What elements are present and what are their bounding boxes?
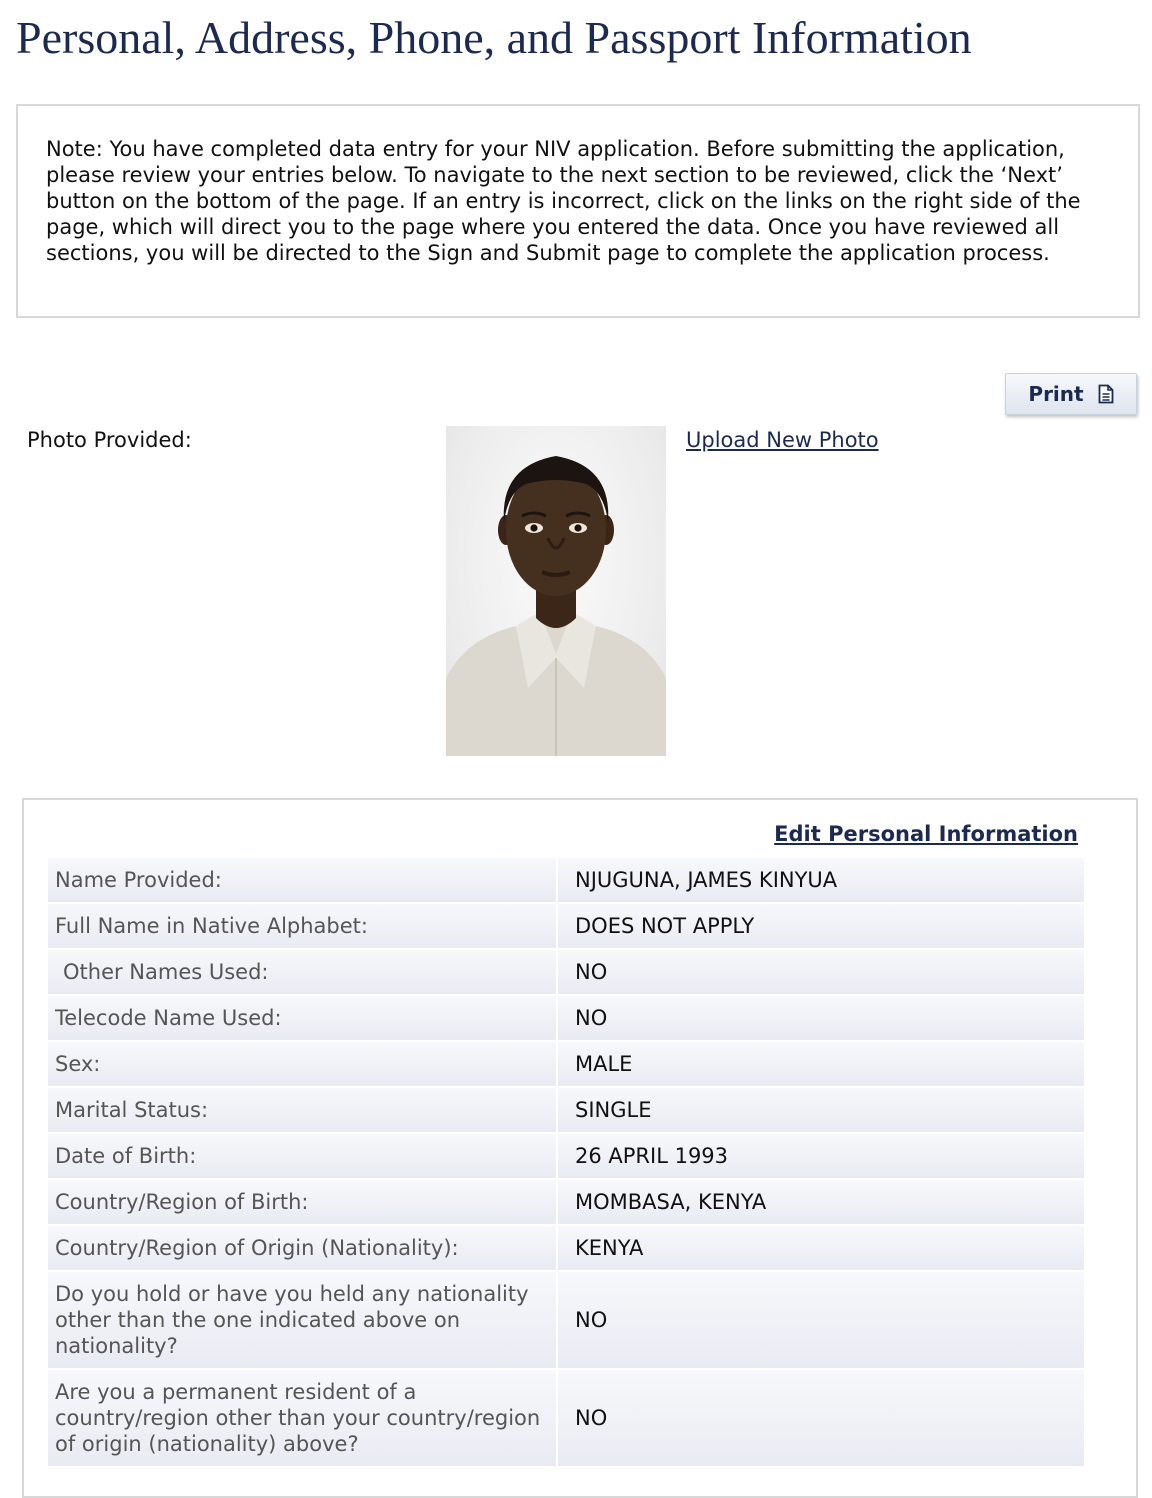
row-value: SINGLE	[556, 1088, 1084, 1132]
row-value: NO	[556, 996, 1084, 1040]
row-label: Sex:	[55, 1052, 101, 1076]
row-value: NJUGUNA, JAMES KINYUA	[556, 858, 1084, 902]
row-value: NO	[556, 1272, 1084, 1368]
row-value: DOES NOT APPLY	[556, 904, 1084, 948]
table-row: Name Provided: NJUGUNA, JAMES KINYUA	[48, 858, 1084, 904]
table-row: Are you a permanent resident of a countr…	[48, 1370, 1084, 1468]
photo-provided-label: Photo Provided:	[27, 428, 192, 452]
row-label: Other Names Used:	[63, 960, 269, 984]
row-label: Do you hold or have you held any nationa…	[55, 1282, 529, 1358]
table-row: Date of Birth: 26 APRIL 1993	[48, 1134, 1084, 1180]
table-row: Other Names Used: NO	[48, 950, 1084, 996]
page-title: Personal, Address, Phone, and Passport I…	[16, 12, 972, 63]
row-label: Are you a permanent resident of a countr…	[55, 1380, 541, 1456]
row-value: KENYA	[556, 1226, 1084, 1270]
review-note-text: Note: You have completed data entry for …	[46, 137, 1081, 265]
row-value: MALE	[556, 1042, 1084, 1086]
table-row: Country/Region of Birth: MOMBASA, KENYA	[48, 1180, 1084, 1226]
row-label: Telecode Name Used:	[55, 1006, 282, 1030]
row-label: Country/Region of Origin (Nationality):	[55, 1236, 459, 1260]
table-row: Full Name in Native Alphabet: DOES NOT A…	[48, 904, 1084, 950]
table-row: Do you hold or have you held any nationa…	[48, 1272, 1084, 1370]
row-label: Marital Status:	[55, 1098, 209, 1122]
row-value: 26 APRIL 1993	[556, 1134, 1084, 1178]
table-row: Telecode Name Used: NO	[48, 996, 1084, 1042]
row-value: NO	[556, 1370, 1084, 1466]
row-label: Country/Region of Birth:	[55, 1190, 309, 1214]
print-button-label: Print	[1028, 382, 1084, 406]
row-label: Name Provided:	[55, 868, 222, 892]
print-button[interactable]: Print	[1005, 373, 1137, 415]
table-row: Sex: MALE	[48, 1042, 1084, 1088]
row-value: NO	[556, 950, 1084, 994]
upload-new-photo-link[interactable]: Upload New Photo	[686, 428, 879, 452]
applicant-photo	[446, 426, 666, 756]
document-icon	[1098, 384, 1114, 404]
table-row: Marital Status: SINGLE	[48, 1088, 1084, 1134]
table-row: Country/Region of Origin (Nationality): …	[48, 1226, 1084, 1272]
row-label: Date of Birth:	[55, 1144, 197, 1168]
row-label: Full Name in Native Alphabet:	[55, 914, 368, 938]
review-note-box: Note: You have completed data entry for …	[16, 104, 1140, 318]
row-value: MOMBASA, KENYA	[556, 1180, 1084, 1224]
personal-info-table: Name Provided: NJUGUNA, JAMES KINYUA Ful…	[48, 858, 1084, 1468]
edit-personal-information-link[interactable]: Edit Personal Information	[736, 822, 1078, 846]
